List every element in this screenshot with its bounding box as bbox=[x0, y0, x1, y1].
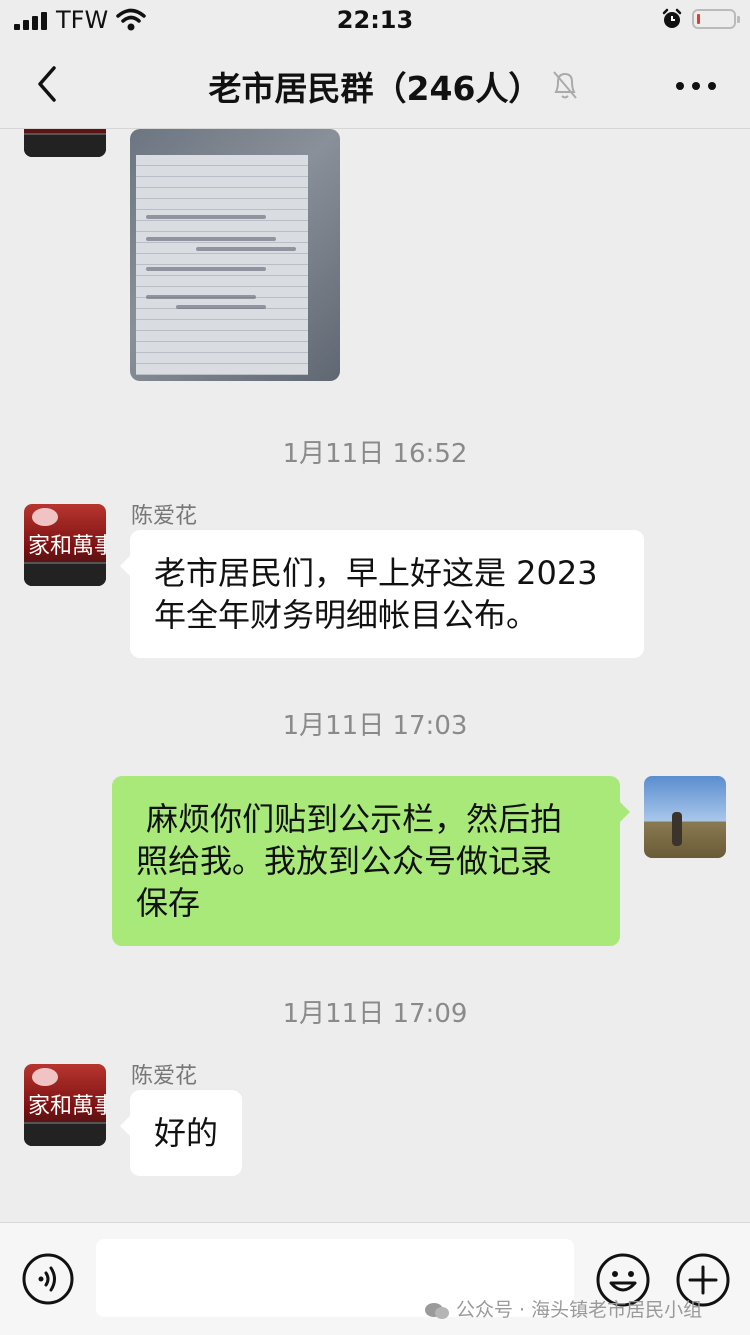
message-line: 好的 bbox=[154, 1114, 219, 1152]
input-bar: 公众号 · 海头镇老市居民小组 bbox=[0, 1222, 750, 1335]
watermark: 公众号 · 海头镇老市居民小组 bbox=[424, 1295, 702, 1322]
message-bubble[interactable]: 好的 bbox=[119, 1090, 243, 1176]
chat-title: 老市居民群（246人） bbox=[208, 69, 542, 108]
message-line: 老市居民们，早上好这是 2023 bbox=[154, 554, 598, 592]
timestamp: 1月11日 17:03 bbox=[282, 711, 468, 741]
nav-bar: 老市居民群（246人） bbox=[0, 40, 750, 129]
mute-bell-icon bbox=[553, 71, 577, 99]
voice-icon[interactable] bbox=[22, 1253, 74, 1305]
sender-avatar[interactable]: 家和萬事興 bbox=[24, 1064, 106, 1146]
image-message[interactable] bbox=[130, 129, 340, 381]
watermark-text: 公众号 · 海头镇老市居民小组 bbox=[456, 1299, 703, 1321]
battery-icon bbox=[692, 9, 740, 29]
status-bar: TFW 22:13 bbox=[0, 0, 750, 40]
document-photo-icon bbox=[136, 155, 308, 375]
message-bubble[interactable]: 老市居民们，早上好这是 2023 年全年财务明细帐目公布。 bbox=[120, 530, 644, 658]
sender-name: 陈爱花 bbox=[131, 1064, 198, 1089]
message-bubble[interactable]: 麻烦你们贴到公示栏，然后拍 照给我。我放到公众号做记录 保存 bbox=[112, 776, 630, 946]
message-list[interactable]: 家和萬事興 1月11日 16:52 家和萬事興 陈爱花 老市居民们，早上好这是 … bbox=[0, 129, 750, 1222]
sender-avatar[interactable]: 家和萬事興 bbox=[24, 504, 106, 586]
message-line: 保存 bbox=[136, 884, 201, 922]
message-line: 照给我。我放到公众号做记录 bbox=[136, 842, 553, 880]
timestamp: 1月11日 16:52 bbox=[282, 439, 468, 469]
sender-avatar[interactable]: 家和萬事興 bbox=[24, 129, 106, 157]
alarm-icon bbox=[662, 8, 682, 28]
message-line: 年全年财务明细帐目公布。 bbox=[154, 596, 539, 634]
message-line: 麻烦你们贴到公示栏，然后拍 bbox=[136, 800, 563, 838]
my-avatar[interactable] bbox=[644, 776, 726, 858]
more-icon[interactable] bbox=[676, 82, 716, 90]
timestamp: 1月11日 17:09 bbox=[282, 999, 468, 1029]
wechat-official-account-icon bbox=[425, 1302, 449, 1319]
sender-name: 陈爱花 bbox=[131, 504, 198, 529]
status-time: 22:13 bbox=[336, 6, 414, 34]
